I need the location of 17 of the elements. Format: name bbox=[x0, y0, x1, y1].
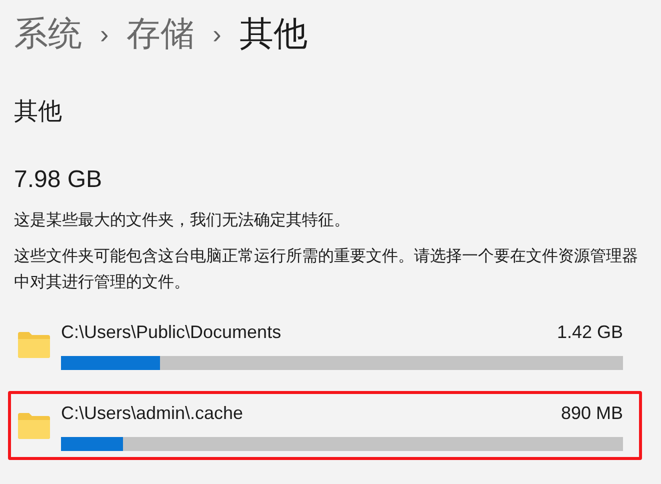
total-size: 7.98 GB bbox=[14, 165, 104, 195]
breadcrumb-item[interactable]: 系统 bbox=[14, 8, 82, 60]
section-heading: 其他 bbox=[14, 97, 63, 127]
breadcrumb-separator: › bbox=[212, 18, 222, 50]
description-text: 这些文件夹可能包含这台电脑正常运行所需的重要文件。请选择一个要在文件资源管理器中对其进行管理的文件。 bbox=[14, 246, 639, 293]
breadcrumb-item[interactable]: 存储 bbox=[126, 8, 195, 60]
folder-size: 1.42 GB bbox=[556, 321, 623, 344]
description-text: 这是某些最大的文件夹，我们无法确定其特征。 bbox=[14, 210, 351, 231]
folder-path: C:\Users\admin\.cache bbox=[61, 402, 244, 425]
folder-icon bbox=[17, 412, 51, 440]
highlighted-folder-row[interactable]: C:\Users\admin\.cache 890 MB bbox=[8, 391, 642, 460]
folder-size: 890 MB bbox=[560, 402, 623, 425]
folder-path: C:\Users\Public\Documents bbox=[61, 321, 282, 344]
breadcrumb-item: 其他 bbox=[239, 14, 308, 54]
folder-row[interactable]: C:\Users\Public\Documents 1.42 GB bbox=[8, 310, 642, 379]
folder-icon bbox=[17, 330, 51, 358]
breadcrumb-separator: › bbox=[100, 18, 109, 50]
